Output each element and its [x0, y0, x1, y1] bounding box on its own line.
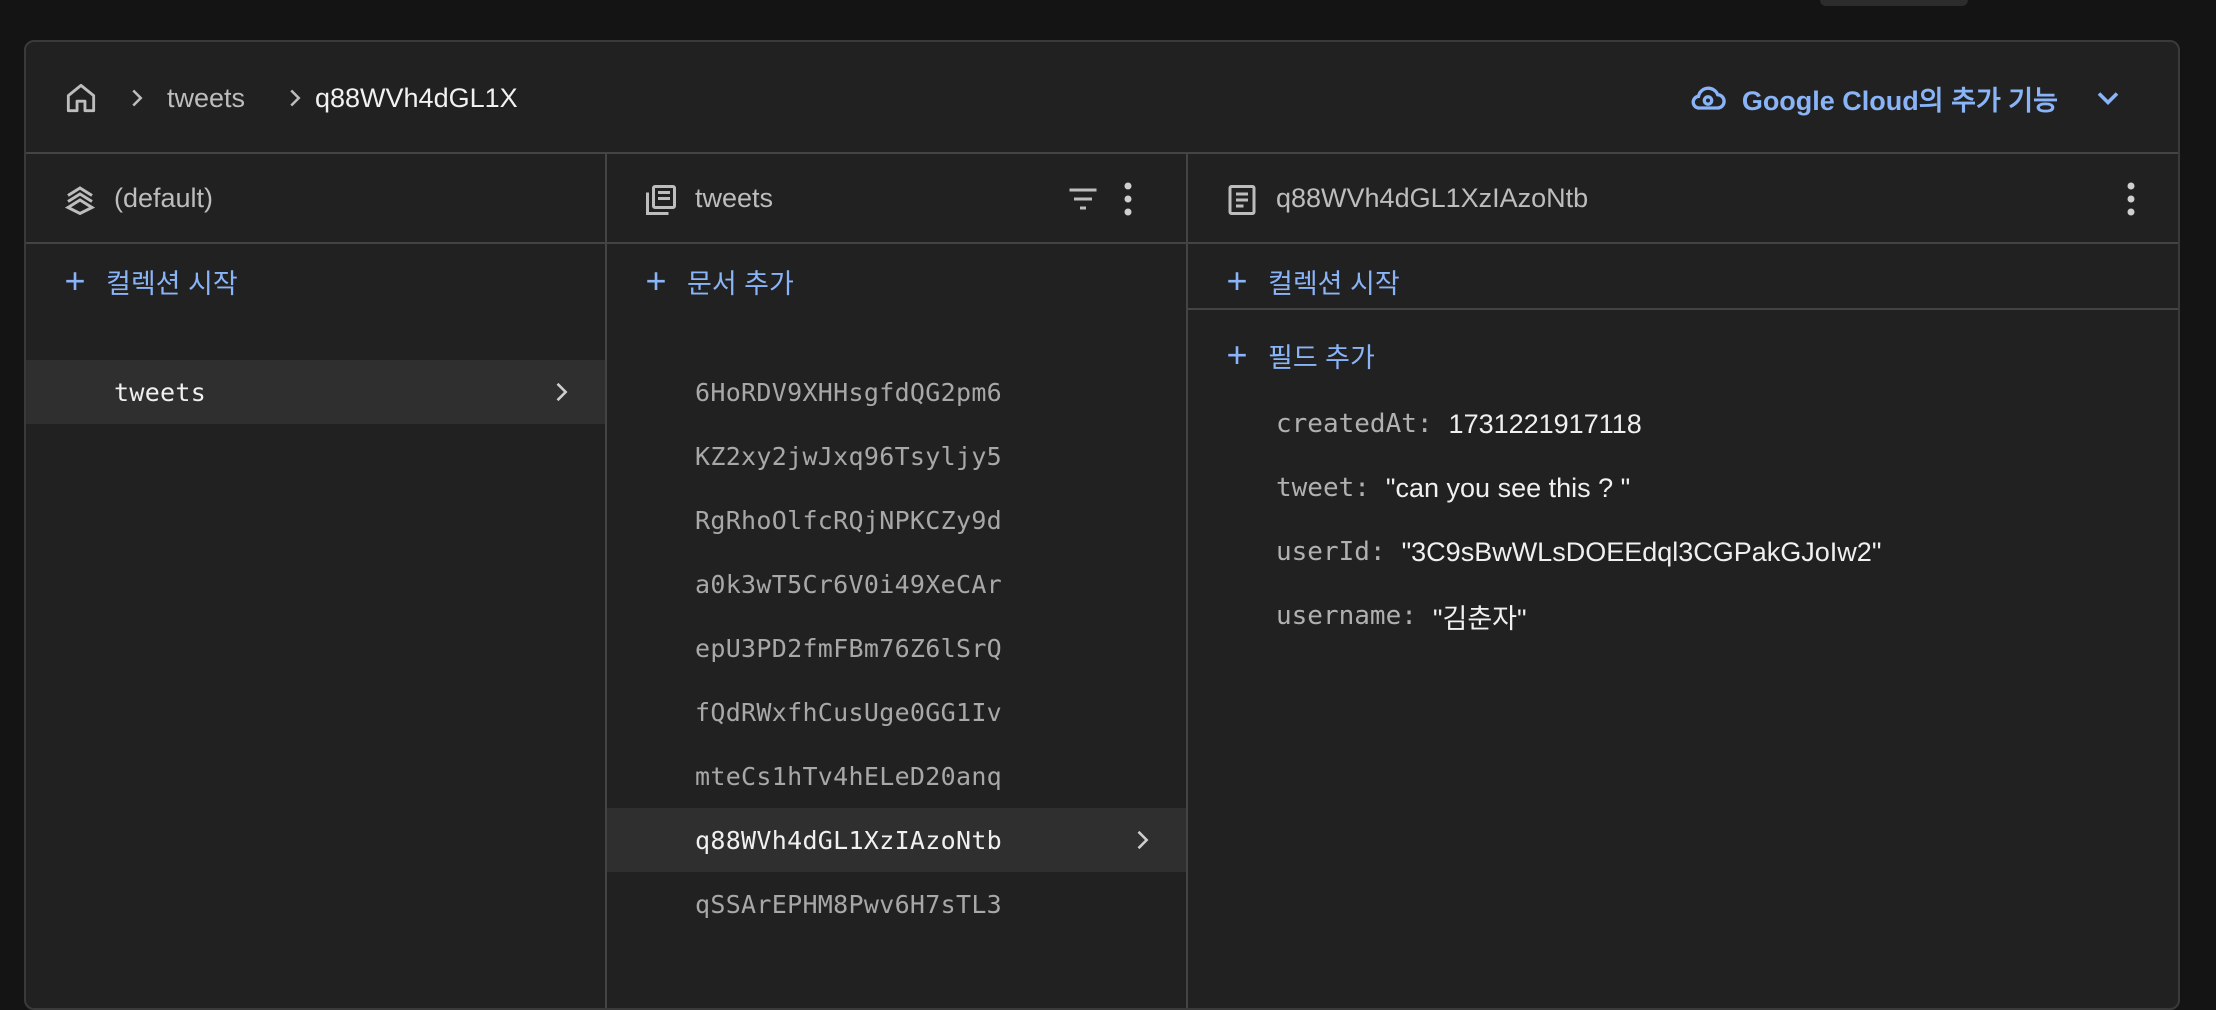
field-value: 1731221917118: [1448, 408, 1642, 439]
document-item[interactable]: mteCs1hTv4hELeD20anq: [607, 744, 1186, 808]
collection-column: tweets + 문서 추가 6HoRDV9XHHsgfdQG2pm6 KZ2x…: [607, 154, 1188, 1008]
start-subcollection-button[interactable]: + 컬렉션 시작: [1224, 246, 1400, 316]
collection-item-tweets[interactable]: tweets: [26, 360, 605, 424]
field-key: createdAt:: [1276, 409, 1433, 439]
document-id: qSSArEPHM8Pwv6H7sTL3: [695, 889, 1003, 919]
google-cloud-extensions-button[interactable]: Google Cloud의 추가 기능: [1688, 42, 2126, 154]
field-value: "김춘자": [1432, 603, 1527, 634]
collection-title: tweets: [695, 182, 774, 213]
database-header: (default): [26, 154, 605, 244]
cloud-icon: [1691, 86, 1726, 110]
more-vert-icon[interactable]: [2126, 181, 2136, 217]
top-tab-indicator: [1820, 0, 1968, 6]
document-id: 6HoRDV9XHHsgfdQG2pm6: [695, 377, 1003, 407]
field-key: username:: [1276, 601, 1417, 631]
home-icon[interactable]: [62, 42, 100, 154]
breadcrumb-label: q88WVh4dGL1X: [315, 82, 518, 113]
field-row[interactable]: createdAt: 1731221917118: [1276, 392, 1642, 456]
document-id: RgRhoOlfcRQjNPKCZy9d: [695, 505, 1003, 535]
field-row[interactable]: tweet: "can you see this ? ": [1276, 456, 1630, 520]
document-column: q88WVh4dGL1XzIAzoNtb + 컬렉션 시작 + 필드 추가 cr…: [1188, 154, 2178, 1008]
start-collection-label: 컬렉션 시작: [1268, 268, 1400, 299]
add-field-button[interactable]: + 필드 추가: [1224, 320, 1375, 390]
start-collection-label: 컬렉션 시작: [106, 268, 238, 299]
firestore-panel: tweets q88WVh4dGL1X Google Cloud의 추가 기능 …: [24, 40, 2180, 1010]
breadcrumb-item-tweets[interactable]: tweets: [167, 42, 245, 154]
add-document-button[interactable]: + 문서 추가: [643, 246, 794, 316]
field-row[interactable]: username: "김춘자": [1276, 584, 1527, 648]
field-row[interactable]: userId: "3C9sBwWLsDOEEdql3CGPakGJoIw2": [1276, 520, 1881, 584]
filter-icon[interactable]: [1065, 181, 1101, 217]
plus-icon: +: [1226, 334, 1248, 375]
breadcrumb-separator-icon: [280, 42, 310, 154]
collection-header: tweets: [607, 154, 1186, 244]
field-key: tweet:: [1276, 473, 1370, 503]
field-value: "3C9sBwWLsDOEEdql3CGPakGJoIw2": [1401, 536, 1882, 567]
breadcrumb: tweets q88WVh4dGL1X Google Cloud의 추가 기능: [26, 42, 2178, 154]
document-header: q88WVh4dGL1XzIAzoNtb: [1188, 154, 2178, 244]
divider: [1188, 308, 2178, 310]
plus-icon: +: [645, 260, 667, 301]
document-item[interactable]: qSSArEPHM8Pwv6H7sTL3: [607, 872, 1186, 936]
database-title: (default): [114, 182, 214, 213]
document-item[interactable]: RgRhoOlfcRQjNPKCZy9d: [607, 488, 1186, 552]
chevron-right-icon: [556, 382, 568, 402]
field-value: "can you see this ? ": [1385, 472, 1631, 503]
breadcrumb-separator-icon: [122, 42, 152, 154]
more-vert-icon[interactable]: [1123, 181, 1133, 217]
document-id: fQdRWxfhCusUge0GG1Iv: [695, 697, 1003, 727]
chevron-right-icon: [1137, 830, 1149, 850]
collection-label: tweets: [114, 377, 207, 407]
document-item[interactable]: epU3PD2fmFBm76Z6lSrQ: [607, 616, 1186, 680]
field-key: userId:: [1276, 537, 1386, 567]
add-field-label: 필드 추가: [1268, 342, 1375, 373]
document-item[interactable]: KZ2xy2jwJxq96Tsyljy5: [607, 424, 1186, 488]
document-icon: [1228, 185, 1256, 215]
document-item[interactable]: fQdRWxfhCusUge0GG1Iv: [607, 680, 1186, 744]
breadcrumb-label: tweets: [167, 82, 246, 113]
plus-icon: +: [64, 260, 86, 301]
breadcrumb-item-current[interactable]: q88WVh4dGL1X: [315, 42, 545, 154]
document-id: epU3PD2fmFBm76Z6lSrQ: [695, 633, 1003, 663]
plus-icon: +: [1226, 260, 1248, 301]
document-title: q88WVh4dGL1XzIAzoNtb: [1276, 182, 1589, 213]
database-column: (default) + 컬렉션 시작 tweets: [26, 154, 607, 1008]
document-item[interactable]: a0k3wT5Cr6V0i49XeCAr: [607, 552, 1186, 616]
start-collection-button[interactable]: + 컬렉션 시작: [62, 246, 238, 316]
chevron-down-icon: [2097, 92, 2119, 106]
document-item[interactable]: 6HoRDV9XHHsgfdQG2pm6: [607, 360, 1186, 424]
add-document-label: 문서 추가: [687, 268, 794, 299]
collection-icon: [646, 185, 676, 215]
database-stack-icon: [64, 186, 96, 216]
document-id: KZ2xy2jwJxq96Tsyljy5: [695, 441, 1003, 471]
document-item-selected[interactable]: q88WVh4dGL1XzIAzoNtb: [607, 808, 1186, 872]
google-cloud-label: Google Cloud의 추가 기능: [1741, 85, 2058, 116]
document-id: q88WVh4dGL1XzIAzoNtb: [695, 825, 1003, 855]
document-id: mteCs1hTv4hELeD20anq: [695, 761, 1003, 791]
document-id: a0k3wT5Cr6V0i49XeCAr: [695, 569, 1003, 599]
